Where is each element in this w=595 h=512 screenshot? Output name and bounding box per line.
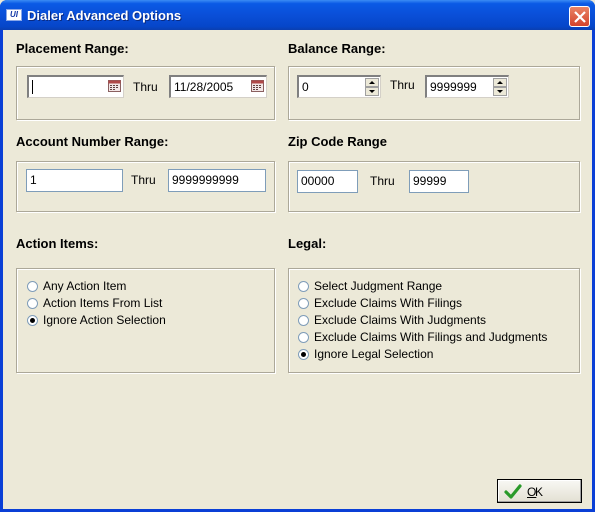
balance-thru-label: Thru (390, 78, 415, 92)
dialog-window: UI Dialer Advanced Options Placement Ran… (0, 0, 595, 512)
spin-up-arrow-icon[interactable] (365, 78, 379, 87)
app-logo-icon: UI (6, 9, 22, 21)
placement-to-input[interactable]: 11/28/2005 (169, 75, 267, 98)
zip-thru-label: Thru (370, 174, 395, 188)
balance-to-spinner[interactable] (493, 78, 507, 97)
radio-button-icon[interactable] (27, 298, 38, 309)
zip-to-input[interactable]: 99999 (409, 170, 469, 193)
dialog-body: Placement Range: Thru 11/28/2005 Balance… (3, 30, 592, 509)
balance-range-group: 0 Thru 9999999 (288, 66, 580, 120)
close-icon (574, 11, 586, 23)
checkmark-icon (504, 484, 522, 499)
text-caret (32, 80, 33, 94)
action-items-group: Any Action Item Action Items From List I… (16, 268, 275, 373)
account-range-label: Account Number Range: (16, 134, 169, 149)
radio-button-icon[interactable] (298, 315, 309, 326)
account-to-input[interactable]: 9999999999 (168, 169, 266, 192)
balance-from-spinner[interactable] (365, 78, 379, 97)
calendar-icon[interactable] (251, 80, 264, 92)
zip-range-label: Zip Code Range (288, 134, 387, 149)
radio-button-icon[interactable] (298, 332, 309, 343)
placement-range-group: Thru 11/28/2005 (16, 66, 275, 120)
radio-button-icon[interactable] (298, 281, 309, 292)
spin-down-arrow-icon[interactable] (365, 87, 379, 96)
balance-to-input[interactable]: 9999999 (425, 75, 509, 98)
action-items-label: Action Items: (16, 236, 99, 251)
balance-from-input[interactable]: 0 (297, 75, 381, 98)
legal-group: Select Judgment Range Exclude Claims Wit… (288, 268, 580, 373)
balance-range-label: Balance Range: (288, 41, 386, 56)
radio-button-selected-icon[interactable] (298, 349, 309, 360)
legal-label: Legal: (288, 236, 327, 251)
placement-thru-label: Thru (133, 80, 158, 94)
ok-button[interactable]: O K (497, 479, 582, 503)
spin-up-arrow-icon[interactable] (493, 78, 507, 87)
calendar-icon[interactable] (108, 80, 121, 92)
close-button[interactable] (569, 6, 590, 27)
radio-button-icon[interactable] (298, 298, 309, 309)
title-bar[interactable]: UI Dialer Advanced Options (0, 0, 595, 30)
zip-range-group: 00000 Thru 99999 (288, 161, 580, 212)
spin-down-arrow-icon[interactable] (493, 87, 507, 96)
window-title: Dialer Advanced Options (27, 8, 182, 23)
ok-button-label: K (535, 485, 544, 499)
radio-button-selected-icon[interactable] (27, 315, 38, 326)
placement-range-label: Placement Range: (16, 41, 129, 56)
account-range-group: 1 Thru 9999999999 (16, 161, 275, 212)
account-thru-label: Thru (131, 173, 156, 187)
account-from-input[interactable]: 1 (26, 169, 123, 192)
radio-button-icon[interactable] (27, 281, 38, 292)
zip-from-input[interactable]: 00000 (297, 170, 358, 193)
placement-from-input[interactable] (27, 75, 124, 98)
